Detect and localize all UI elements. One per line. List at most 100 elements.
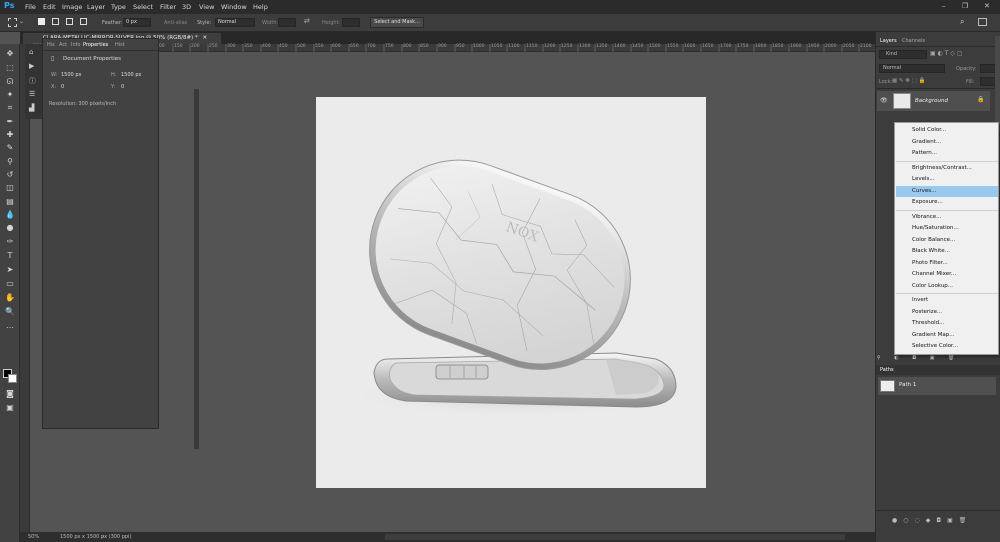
- adjustment-menu-item[interactable]: Black White...: [896, 246, 998, 257]
- adjustment-menu-item[interactable]: Selective Color...: [896, 341, 998, 352]
- opacity-input[interactable]: [980, 64, 996, 73]
- eye-icon[interactable]: 👁: [880, 97, 888, 104]
- adjustment-menu-item[interactable]: Color Balance...: [896, 235, 998, 246]
- layer-actions-icons[interactable]: ⚲ ◐ ◘ ▣ 🗑: [877, 355, 987, 362]
- width-prop-value[interactable]: 1500 px: [61, 72, 81, 78]
- path-row[interactable]: Path 1: [878, 377, 996, 395]
- play-icon[interactable]: ▶: [29, 62, 34, 70]
- adjustment-menu-item[interactable]: Brightness/Contrast...: [896, 163, 998, 174]
- eraser-icon[interactable]: ◫: [3, 182, 17, 193]
- adjustment-menu-item[interactable]: Levels...: [896, 174, 998, 185]
- history-icon[interactable]: ⌂: [29, 48, 33, 56]
- search-icon[interactable]: ⌕: [960, 17, 964, 27]
- zoom-level[interactable]: 50%: [28, 534, 39, 540]
- blur-tool-icon[interactable]: 💧: [3, 209, 17, 220]
- menu-window[interactable]: Window: [221, 3, 247, 11]
- new-selection-icon[interactable]: [38, 18, 45, 25]
- zoom-tool-icon[interactable]: 🔍: [3, 306, 17, 317]
- intersect-selection-icon[interactable]: [80, 18, 87, 25]
- menu-edit[interactable]: Edit: [43, 3, 56, 11]
- move-tool-icon[interactable]: ✥: [3, 48, 17, 59]
- document-canvas[interactable]: NOX: [316, 97, 706, 488]
- style-select[interactable]: Normal: [215, 18, 255, 27]
- adjustment-menu-item[interactable]: Invert: [896, 295, 998, 306]
- filter-pixel-icon[interactable]: ▣ ◐ T ◇ ▢: [930, 50, 962, 57]
- info-icon[interactable]: ⓘ: [29, 76, 36, 86]
- tab-properties[interactable]: Properties: [83, 42, 108, 48]
- maximize-button[interactable]: ❐: [962, 2, 968, 10]
- y-prop-value[interactable]: 0: [121, 84, 124, 90]
- type-tool-icon[interactable]: T: [3, 250, 17, 261]
- adjustment-menu-item[interactable]: Exposure...: [896, 197, 998, 208]
- select-and-mask-button[interactable]: Select and Mask...: [370, 17, 424, 28]
- subtract-selection-icon[interactable]: [66, 18, 73, 25]
- lock-icons[interactable]: ▦ ✎ ✥ ⬚ 🔒: [892, 78, 925, 84]
- eyedropper-icon[interactable]: ✒: [3, 116, 17, 127]
- dock-scrollbar[interactable]: [995, 36, 1000, 131]
- adjustment-menu-item[interactable]: Gradient...: [896, 137, 998, 148]
- properties-scrollbar[interactable]: [194, 89, 199, 449]
- antialias-checkbox[interactable]: Anti-alias: [164, 20, 187, 26]
- x-prop-value[interactable]: 0: [61, 84, 64, 90]
- menu-filter[interactable]: Filter: [160, 3, 176, 11]
- tab-actions[interactable]: Act: [59, 42, 67, 48]
- filter-kind-select[interactable]: Kind: [879, 50, 927, 59]
- feather-input[interactable]: 0 px: [123, 18, 151, 27]
- fill-input[interactable]: [980, 77, 996, 86]
- adjustment-menu-item[interactable]: Gradient Map...: [896, 330, 998, 341]
- clone-stamp-icon[interactable]: ⚲: [3, 156, 17, 167]
- rectangle-tool-icon[interactable]: ▭: [3, 278, 17, 289]
- layer-row-background[interactable]: 👁 Background 🔒: [877, 91, 990, 111]
- close-window-button[interactable]: ✕: [984, 2, 990, 10]
- minimize-button[interactable]: –: [942, 2, 946, 10]
- menu-3d[interactable]: 3D: [182, 3, 191, 11]
- adjustment-menu-item[interactable]: Posterize...: [896, 307, 998, 318]
- status-arrow-icon[interactable]: ›: [102, 533, 104, 540]
- menu-image[interactable]: Image: [62, 3, 82, 11]
- menu-layer[interactable]: Layer: [87, 3, 105, 11]
- chevron-down-icon[interactable]: ⌄: [19, 18, 24, 25]
- path-selection-icon[interactable]: ➤: [3, 264, 17, 275]
- adjustment-menu-item[interactable]: Photo Filter...: [896, 258, 998, 269]
- history-brush-icon[interactable]: ↺: [3, 169, 17, 180]
- adjustment-menu-item[interactable]: Channel Mixer...: [896, 269, 998, 280]
- magic-wand-icon[interactable]: ✦: [3, 89, 17, 100]
- adjustment-menu-item[interactable]: Threshold...: [896, 318, 998, 329]
- pen-tool-icon[interactable]: ✑: [3, 236, 17, 247]
- more-tools-icon[interactable]: …: [3, 320, 17, 331]
- healing-brush-icon[interactable]: ✚: [3, 129, 17, 140]
- blend-mode-select[interactable]: Normal: [879, 64, 945, 73]
- close-tab-icon[interactable]: ✕: [202, 35, 207, 41]
- background-color-swatch[interactable]: [8, 374, 17, 383]
- tab-channels[interactable]: Channels: [902, 38, 925, 44]
- adjustment-menu-item[interactable]: Hue/Saturation...: [896, 223, 998, 234]
- adjustment-menu-item[interactable]: Pattern...: [896, 148, 998, 159]
- tab-hist[interactable]: Hist: [115, 42, 125, 48]
- marquee-tool-icon[interactable]: [8, 18, 17, 27]
- hand-tool-icon[interactable]: ✋: [3, 292, 17, 303]
- properties-icon[interactable]: ☰: [29, 90, 35, 98]
- dodge-tool-icon[interactable]: ●: [3, 222, 17, 233]
- height-prop-value[interactable]: 1500 px: [121, 72, 141, 78]
- height-input[interactable]: [342, 18, 360, 27]
- brush-tool-icon[interactable]: ✎: [3, 142, 17, 153]
- marquee-tool-icon-2[interactable]: ⬚: [3, 62, 17, 73]
- adjustment-menu-item[interactable]: Color Lookup...: [896, 281, 998, 292]
- menu-select[interactable]: Select: [133, 3, 153, 11]
- histogram-icon[interactable]: ▟: [29, 104, 34, 112]
- tab-info[interactable]: Info: [71, 42, 80, 48]
- path-actions-icons[interactable]: ●○◌◆◘▣🗑: [892, 517, 972, 524]
- swap-icon[interactable]: ⇄: [304, 17, 310, 25]
- adjustment-menu-item[interactable]: Vibrance...: [896, 212, 998, 223]
- adjustment-menu-item[interactable]: Curves...: [896, 185, 998, 197]
- screen-mode-icon[interactable]: ▣: [3, 402, 17, 413]
- menu-view[interactable]: View: [199, 3, 214, 11]
- gradient-tool-icon[interactable]: ▤: [3, 196, 17, 207]
- tab-history[interactable]: His: [47, 42, 55, 48]
- menu-type[interactable]: Type: [111, 3, 126, 11]
- width-input[interactable]: [278, 18, 296, 27]
- crop-tool-icon[interactable]: ⌗: [3, 102, 17, 113]
- adjustment-menu-item[interactable]: Solid Color...: [896, 125, 998, 136]
- tab-paths[interactable]: Paths: [880, 367, 894, 373]
- menu-help[interactable]: Help: [253, 3, 268, 11]
